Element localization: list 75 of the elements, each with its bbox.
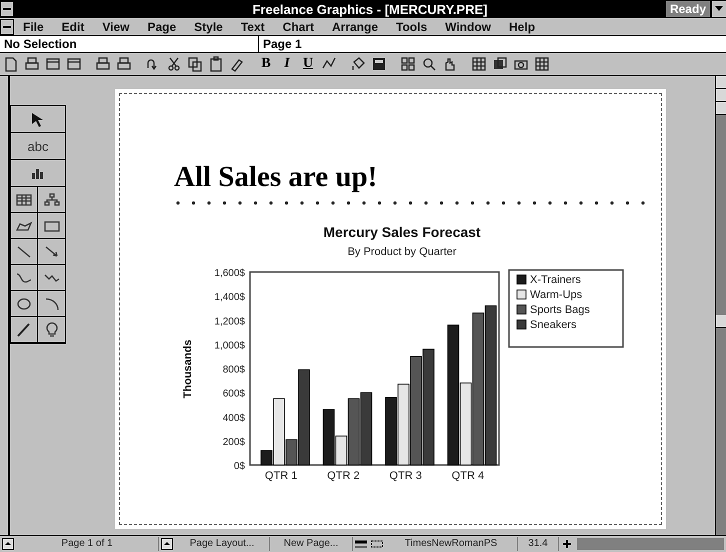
bar	[385, 397, 397, 466]
menu-item[interactable]: Style	[185, 20, 232, 34]
line-icon[interactable]	[15, 244, 33, 260]
page-heading: All Sales are up!	[174, 160, 378, 194]
menu-item[interactable]: Chart	[274, 20, 323, 34]
layout-spinner-icon[interactable]	[161, 538, 173, 550]
legend-label: Sneakers	[530, 319, 576, 331]
table-icon[interactable]	[15, 192, 33, 208]
y-tick-label: 600$	[222, 388, 245, 400]
down-caret-icon	[715, 6, 723, 12]
font-name-button[interactable]: TimesNewRomanPS	[385, 537, 518, 551]
page-layout-button[interactable]: Page Layout...	[175, 537, 270, 551]
x-tick-label: QTR 4	[452, 470, 484, 482]
y-tick-label: 1,000$	[214, 340, 245, 352]
new-page-button[interactable]: New Page...	[270, 537, 353, 551]
status-indicator: Ready	[666, 1, 710, 17]
menu-item[interactable]: Edit	[52, 20, 94, 34]
x-tick-label: QTR 3	[389, 470, 422, 482]
printer-icon[interactable]	[24, 56, 40, 72]
menu-item[interactable]: Page	[138, 20, 186, 34]
minimize-button[interactable]	[712, 1, 726, 17]
y-tick-label: 400$	[222, 412, 245, 424]
chart-title: Mercury Sales Forecast	[323, 224, 481, 240]
grid-icon[interactable]	[471, 56, 487, 72]
page-indicator: Page 1 of 1	[16, 537, 159, 551]
screen-icon[interactable]	[371, 56, 387, 72]
legend-label: Sports Bags	[530, 304, 590, 316]
text-tool[interactable]: abc	[28, 138, 48, 154]
y-tick-label: 1,400$	[214, 292, 245, 304]
y-tick-label: 200$	[222, 436, 245, 448]
y-tick-label: 800$	[222, 364, 245, 376]
printer-icon[interactable]	[116, 56, 132, 72]
menu-item[interactable]: Text	[232, 20, 274, 34]
circle-icon[interactable]	[15, 296, 33, 312]
legend-swatch	[516, 304, 526, 314]
scissors-icon[interactable]	[166, 56, 182, 72]
system-menu-button[interactable]	[0, 1, 14, 17]
chart-subtitle: By Product by Quarter	[348, 246, 456, 258]
document-icon[interactable]	[3, 56, 19, 72]
menu-item[interactable]: Help	[500, 20, 544, 34]
paste-icon[interactable]	[208, 56, 224, 72]
document-menu-button[interactable]	[0, 18, 14, 34]
legend-swatch	[516, 290, 526, 300]
horizontal-scrollbar[interactable]	[577, 538, 724, 550]
slides-icon[interactable]	[492, 56, 508, 72]
vertical-scrollbar[interactable]	[715, 76, 726, 535]
x-tick-label: QTR 1	[264, 470, 298, 482]
search-icon[interactable]	[421, 56, 437, 72]
menu-item[interactable]: View	[93, 20, 138, 34]
legend-swatch	[516, 320, 526, 330]
window-icon[interactable]	[66, 56, 82, 72]
y-tick-label: 1,600$	[214, 268, 245, 279]
menu-item[interactable]: Tools	[387, 20, 436, 34]
border-style-icon[interactable]	[371, 538, 383, 550]
printer-icon[interactable]	[95, 56, 111, 72]
org-chart-icon[interactable]	[42, 192, 60, 208]
table-icon[interactable]	[534, 56, 550, 72]
font-size-arrow-icon[interactable]	[561, 538, 573, 550]
font-size-button[interactable]: 31.4	[518, 537, 559, 551]
window-icon[interactable]	[45, 56, 61, 72]
legend-label: X-Trainers	[530, 274, 581, 286]
y-axis-label: Thousands	[182, 340, 194, 398]
menu-item[interactable]: Arrange	[323, 20, 388, 34]
page-spinner-icon[interactable]	[2, 538, 14, 550]
page-sorter-icon[interactable]	[400, 56, 416, 72]
menu-item[interactable]: Window	[436, 20, 500, 34]
line-width-icon[interactable]	[355, 538, 367, 550]
window-title: Freelance Graphics - [MERCURY.PRE]	[251, 2, 488, 16]
y-tick-label: 1,200$	[214, 316, 245, 328]
copy-icon[interactable]	[187, 56, 203, 72]
legend-swatch	[516, 274, 526, 284]
menu-item[interactable]: File	[14, 20, 53, 34]
x-tick-label: QTR 2	[327, 470, 360, 482]
y-tick-label: 0$	[234, 461, 245, 472]
legend-label: Warm-Ups	[530, 289, 582, 301]
